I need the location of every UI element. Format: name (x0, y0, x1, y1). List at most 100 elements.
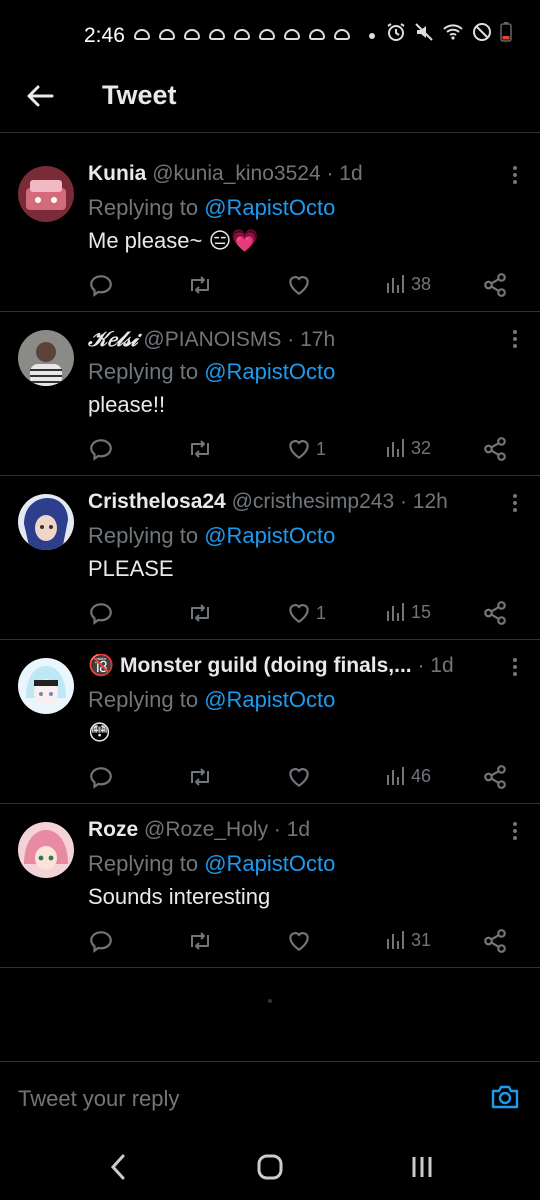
display-name[interactable]: Kunia (88, 162, 146, 185)
tweet-actions: 1 32 (88, 436, 518, 464)
display-name[interactable]: Cristhelosa24 (88, 490, 226, 513)
like-button[interactable] (286, 928, 316, 954)
avatar[interactable] (18, 822, 74, 878)
views-icon (387, 439, 404, 457)
replying-to-label: Replying to (88, 195, 205, 220)
reply-tweet[interactable]: 🔞 Monster guild (doing finals,... · 1d R… (0, 640, 540, 804)
more-options-icon[interactable] (512, 329, 518, 349)
replying-to-handle-link[interactable]: @RapistOcto (204, 523, 335, 548)
reply-button[interactable] (88, 436, 118, 462)
view-count: 15 (411, 601, 432, 622)
views-button[interactable]: 15 (385, 600, 431, 624)
views-button[interactable]: 38 (385, 272, 431, 296)
avatar[interactable] (18, 166, 74, 222)
user-handle: @PIANOISMS (143, 328, 282, 351)
reply-tweet[interactable]: Cristhelosa24 @cristhesimp243 · 12h Repl… (0, 476, 540, 640)
alarm-icon (387, 23, 405, 41)
share-button[interactable] (482, 600, 508, 626)
nav-back-icon[interactable] (108, 1153, 128, 1181)
app-bar: Tweet (0, 66, 540, 133)
more-options-icon[interactable] (512, 657, 518, 677)
views-button[interactable]: 46 (385, 764, 431, 788)
replying-to-line: Replying to @RapistOcto (88, 851, 335, 877)
notification-icon (207, 26, 227, 44)
more-options-icon[interactable] (512, 165, 518, 185)
share-button[interactable] (482, 928, 508, 954)
retweet-button[interactable] (186, 928, 218, 954)
avatar[interactable] (18, 330, 74, 386)
retweet-icon (191, 768, 209, 786)
reply-icon (90, 767, 112, 789)
nav-home-icon[interactable] (256, 1153, 284, 1181)
views-button[interactable]: 31 (385, 928, 431, 952)
tweet-age: · 1d (326, 162, 363, 185)
avatar[interactable] (18, 494, 74, 550)
views-button[interactable]: 32 (385, 436, 431, 460)
system-icons (386, 22, 512, 42)
user-handle: @kunia_kino3524 (152, 162, 321, 185)
replying-to-label: Replying to (88, 851, 205, 876)
system-navigation-bar (0, 1127, 540, 1200)
status-bar: 2:46 (0, 0, 540, 66)
user-handle: @Roze_Holy (144, 818, 269, 841)
tweet-age: · 17h (287, 328, 336, 351)
notification-icon (282, 26, 302, 44)
share-button[interactable] (482, 436, 508, 462)
notification-icon (182, 26, 202, 44)
avatar[interactable] (18, 658, 74, 714)
reply-input[interactable]: Tweet your reply (18, 1086, 179, 1112)
reply-tweet[interactable]: Roze @Roze_Holy · 1d Replying to @Rapist… (0, 804, 540, 968)
replying-to-handle-link[interactable]: @RapistOcto (204, 851, 335, 876)
nav-recents-icon[interactable] (410, 1155, 434, 1179)
replying-to-handle-link[interactable]: @RapistOcto (204, 687, 335, 712)
retweet-button[interactable] (186, 436, 218, 462)
reply-tweet[interactable]: 𝒦𝑒𝓁𝓈𝒾 @PIANOISMS · 17h Replying to @Rapi… (0, 312, 540, 476)
share-button[interactable] (482, 272, 508, 298)
notification-icon (257, 26, 277, 44)
view-count: 31 (411, 929, 432, 950)
display-name[interactable]: Roze (88, 818, 138, 841)
like-button[interactable] (286, 272, 316, 298)
reply-button[interactable] (88, 928, 118, 954)
tweet-header: Roze @Roze_Holy · 1d (88, 818, 488, 842)
back-arrow-icon[interactable] (24, 80, 56, 112)
retweet-button[interactable] (186, 272, 218, 298)
replying-to-handle-link[interactable]: @RapistOcto (204, 195, 335, 220)
status-time: 2:46 (84, 24, 125, 47)
like-button[interactable] (286, 764, 316, 790)
reply-composer[interactable]: Tweet your reply (0, 1061, 540, 1128)
more-options-icon[interactable] (512, 821, 518, 841)
retweet-icon (191, 440, 209, 458)
tweet-text: Sounds interesting (88, 884, 271, 909)
retweet-button[interactable] (186, 764, 218, 790)
retweet-button[interactable] (186, 600, 218, 626)
retweet-icon (191, 932, 209, 950)
reply-button[interactable] (88, 600, 118, 626)
replying-to-line: Replying to @RapistOcto (88, 687, 335, 713)
share-icon (484, 601, 506, 625)
display-name[interactable]: 🔞 Monster guild (doing finals,... (88, 654, 412, 677)
page-title: Tweet (102, 80, 177, 110)
camera-icon[interactable] (490, 1084, 520, 1110)
notification-icon (307, 26, 327, 44)
reply-button[interactable] (88, 272, 118, 298)
heart-icon (289, 276, 309, 295)
views-icon (387, 603, 404, 621)
more-options-icon[interactable] (512, 493, 518, 513)
tweet-age: · 12h (399, 490, 448, 513)
wifi-icon (443, 24, 463, 40)
reply-icon (90, 439, 112, 461)
do-not-disturb-icon (473, 23, 491, 41)
replying-to-handle-link[interactable]: @RapistOcto (204, 359, 335, 384)
like-count: 1 (316, 438, 327, 459)
tweet-actions: 1 15 (88, 600, 518, 628)
like-button[interactable]: 1 (286, 600, 326, 626)
share-button[interactable] (482, 764, 508, 790)
reply-button[interactable] (88, 764, 118, 790)
display-name[interactable]: 𝒦𝑒𝓁𝓈𝒾 (88, 326, 138, 351)
reply-tweet[interactable]: Kunia @kunia_kino3524 · 1d Replying to @… (0, 148, 540, 312)
battery-icon (500, 22, 512, 42)
heart-icon (289, 604, 309, 623)
views-icon (387, 931, 404, 949)
like-button[interactable]: 1 (286, 436, 326, 462)
